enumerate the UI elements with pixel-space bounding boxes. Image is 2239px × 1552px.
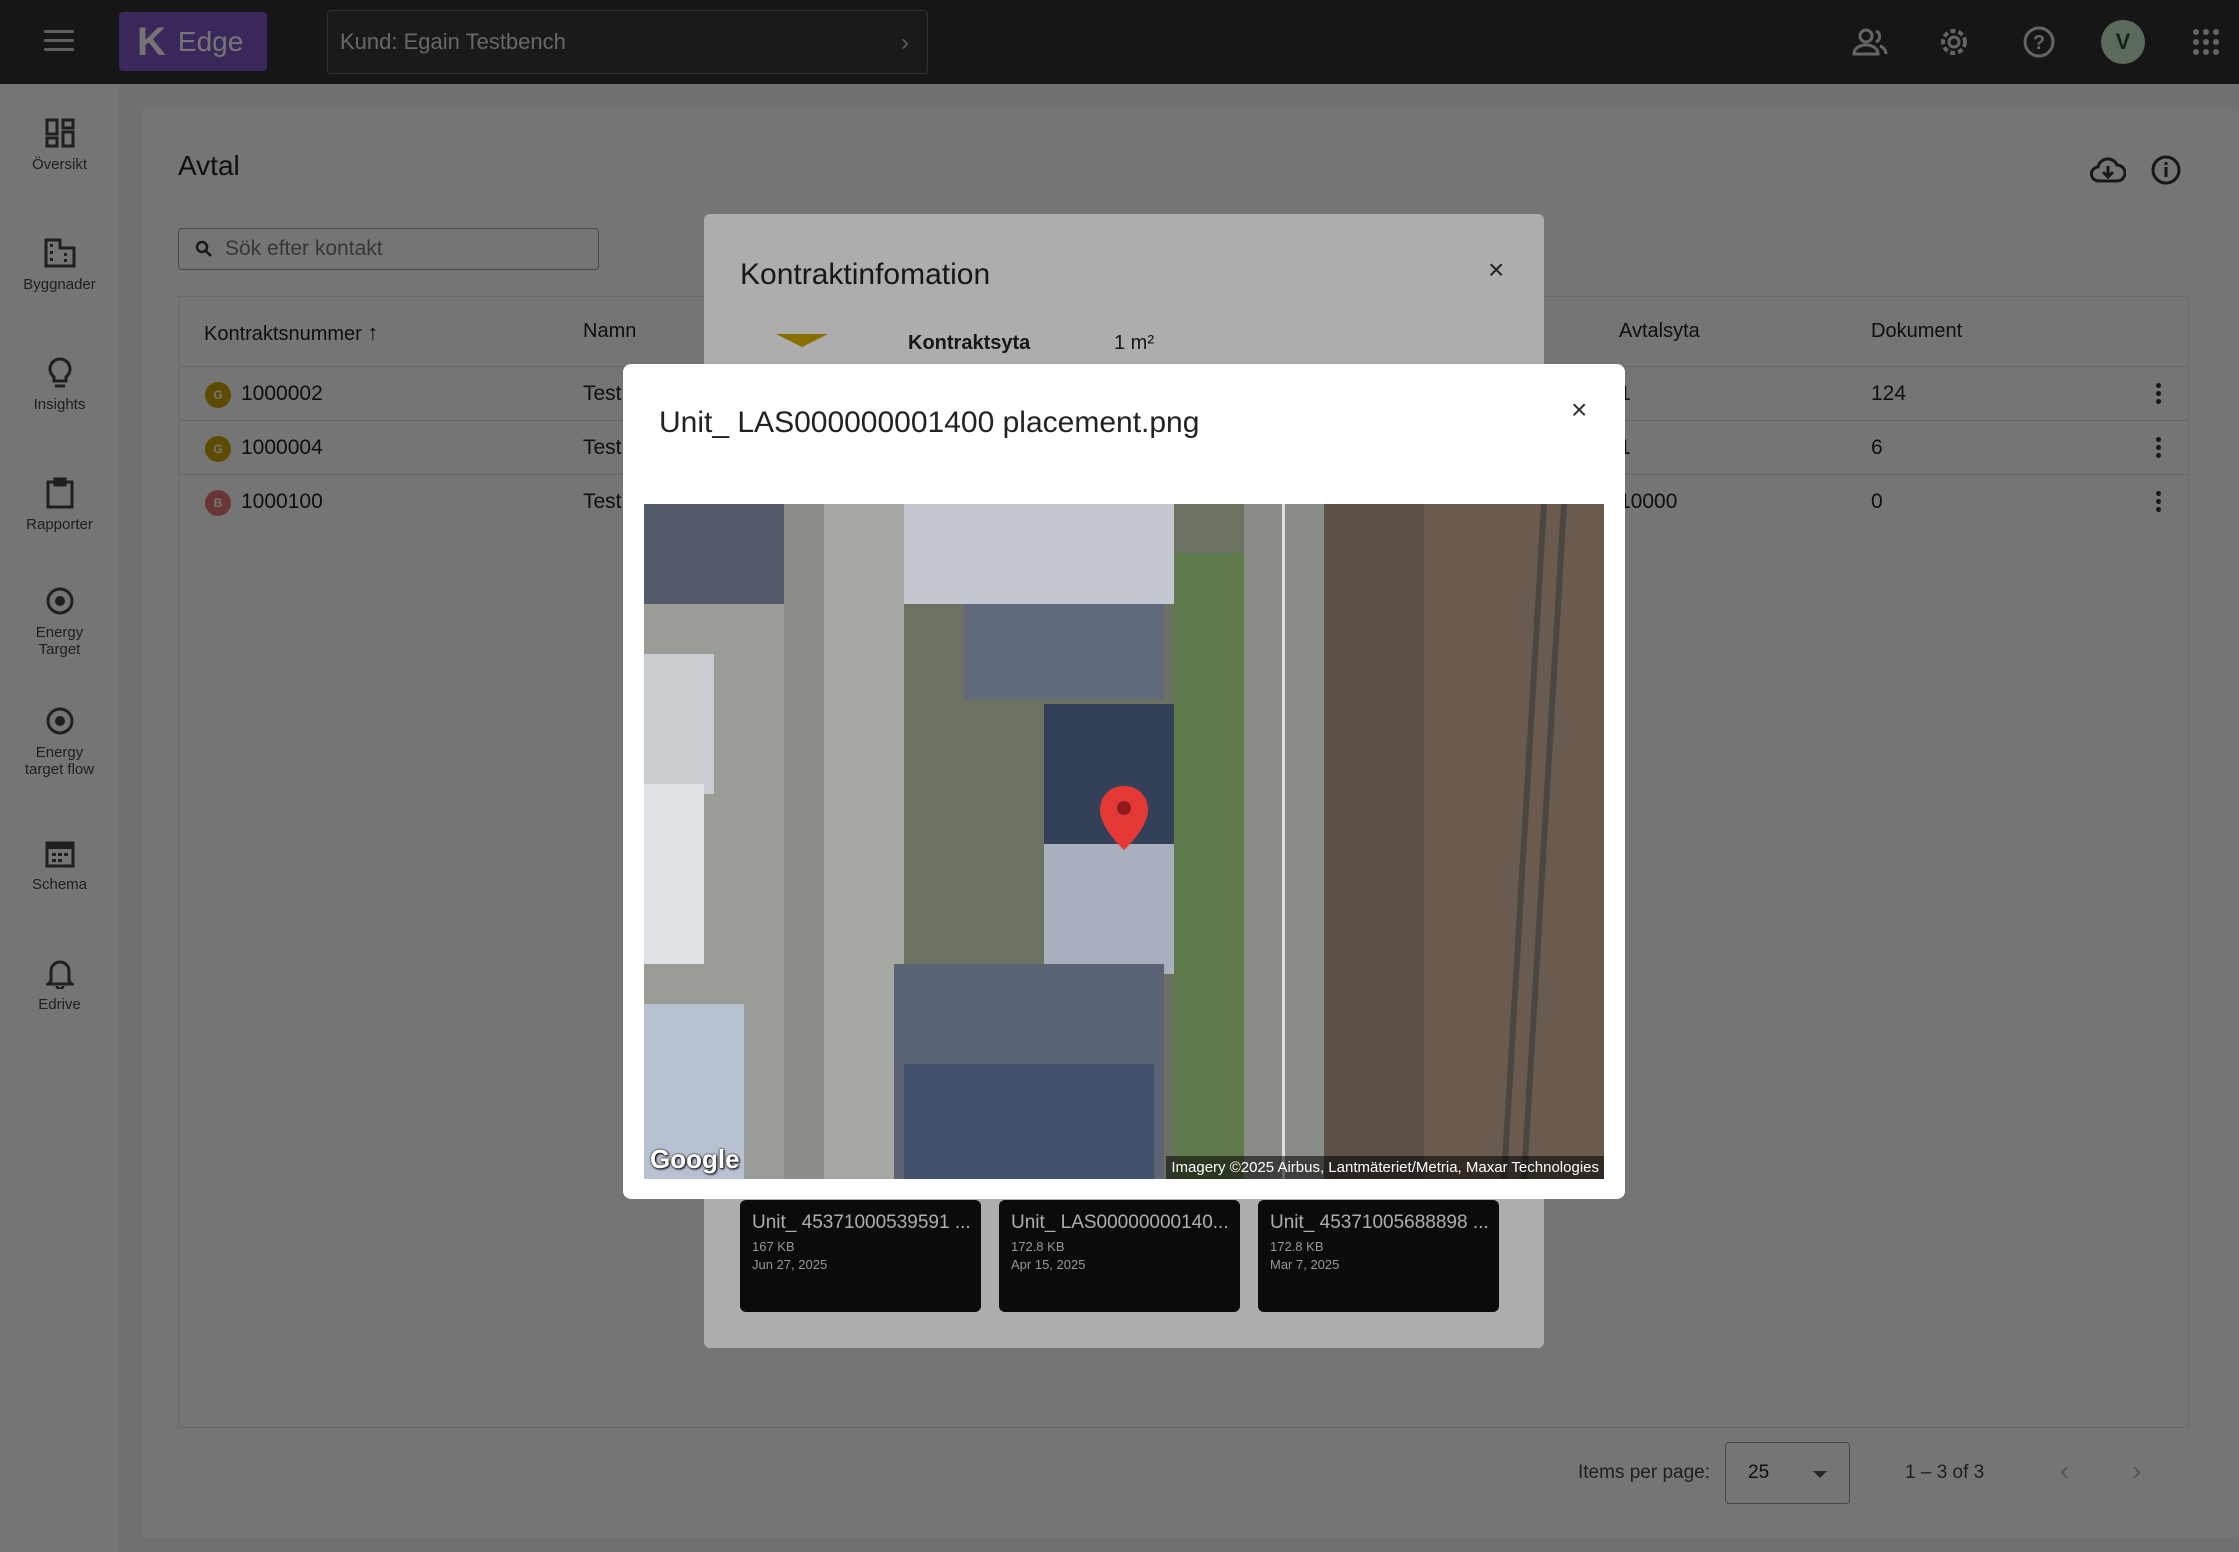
aerial-photo bbox=[644, 504, 1604, 1179]
image-preview-dialog: Unit_ LAS000000001400 placement.png × Go… bbox=[623, 364, 1625, 1199]
satellite-map-image: Google Imagery ©2025 Airbus, Lantmäterie… bbox=[644, 504, 1604, 1179]
dialog-title: Unit_ LAS000000001400 placement.png bbox=[659, 406, 1200, 439]
map-credit: Imagery ©2025 Airbus, Lantmäteriet/Metri… bbox=[1166, 1156, 1604, 1179]
close-icon[interactable]: × bbox=[1571, 394, 1587, 426]
map-logo: Google bbox=[650, 1144, 740, 1174]
